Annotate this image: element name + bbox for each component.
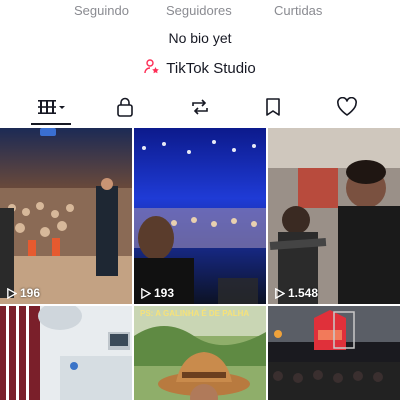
- profile-bio[interactable]: No bio yet: [0, 30, 400, 46]
- video-caption: PS: A GALINHA É DE PALHA: [140, 309, 250, 318]
- likes-label: Curtidas: [274, 3, 323, 18]
- tab-private[interactable]: [92, 93, 158, 125]
- view-count-text: 193: [154, 286, 175, 300]
- video-thumbnail[interactable]: 1.548: [268, 128, 400, 304]
- cowboy-hat-image: [134, 306, 266, 400]
- view-count: 193: [140, 286, 174, 300]
- view-count: 196: [6, 286, 40, 300]
- video-thumbnail[interactable]: PS: A GALINHA É DE PALHA: [134, 306, 266, 400]
- red-stage-show-image: [268, 306, 400, 400]
- tab-videos[interactable]: [18, 93, 84, 125]
- view-count-text: 1.548: [288, 286, 319, 300]
- video-thumbnail[interactable]: [0, 306, 132, 400]
- location-tag: [40, 128, 56, 136]
- play-icon: [141, 287, 151, 299]
- video-thumbnail[interactable]: [268, 306, 400, 400]
- video-thumbnail[interactable]: 193: [134, 128, 266, 304]
- bookmark-icon: [265, 97, 281, 122]
- stage-singer-image: [134, 128, 266, 304]
- tab-liked[interactable]: [314, 93, 380, 125]
- repost-icon: [189, 97, 211, 122]
- lock-icon: [116, 97, 134, 122]
- studio-label: TikTok Studio: [166, 59, 256, 77]
- tab-saved[interactable]: [240, 93, 306, 125]
- play-icon: [275, 287, 285, 299]
- concert-crowd-image: [0, 128, 132, 304]
- video-thumbnail[interactable]: 196: [0, 128, 132, 304]
- tiktok-studio-button[interactable]: TikTok Studio: [0, 58, 400, 78]
- studio-person-star-icon: [144, 58, 160, 78]
- active-tab-indicator: [31, 123, 71, 125]
- bus-interior-image: [268, 128, 400, 304]
- following-label[interactable]: Seguindo: [74, 3, 129, 18]
- followers-label[interactable]: Seguidores: [166, 3, 232, 18]
- heart-icon: [336, 96, 358, 122]
- profile-stats: ·· Seguindo ·· ····· Seguidores ··· ····…: [0, 0, 400, 26]
- view-count: 1.548: [274, 286, 318, 300]
- view-count-text: 196: [20, 286, 41, 300]
- video-grid: 196 193 1.548 PS: A GALINHA É DE PALHA: [0, 128, 400, 400]
- grid-icon: [36, 98, 66, 121]
- profile-tabs: [0, 93, 400, 127]
- hospital-room-image: [0, 306, 132, 400]
- tab-reposts[interactable]: [167, 93, 233, 125]
- play-icon: [7, 287, 17, 299]
